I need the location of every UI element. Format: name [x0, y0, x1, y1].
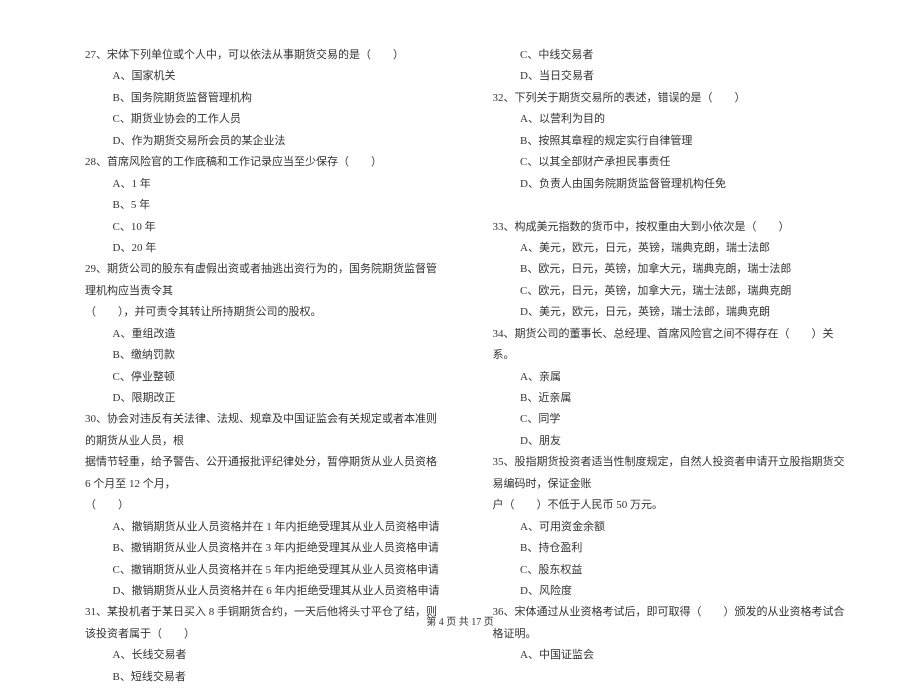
q30-cont2: （ ）: [85, 495, 443, 516]
left-column: 27、宋体下列单位或个人中，可以依法从事期货交易的是（ ） A、国家机关 B、国…: [85, 45, 443, 688]
q29-opt-b: B、缴纳罚款: [85, 345, 443, 366]
right-column: C、中线交易者 D、当日交易者 32、下列关于期货交易所的表述，错误的是（ ） …: [493, 45, 851, 688]
q31-opt-a: A、长线交易者: [85, 645, 443, 666]
q29-opt-c: C、停业整顿: [85, 367, 443, 388]
q28-opt-c: C、10 年: [85, 217, 443, 238]
q36-opt-a: A、中国证监会: [493, 645, 851, 666]
q33-opt-d: D、美元，欧元，日元，英镑，瑞士法郎，瑞典克朗: [493, 302, 851, 323]
q30-cont: 据情节轻重，给予警告、公开通报批评纪律处分，暂停期货从业人员资格 6 个月至 1…: [85, 452, 443, 495]
q31-opt-d: D、当日交易者: [493, 66, 851, 87]
q29-cont: （ ），并可责令其转让所持期货公司的股权。: [85, 302, 443, 323]
q27-opt-b: B、国务院期货监督管理机构: [85, 88, 443, 109]
q28-opt-b: B、5 年: [85, 195, 443, 216]
q28-opt-d: D、20 年: [85, 238, 443, 259]
q33-title: 33、构成美元指数的货币中，按权重由大到小依次是（ ）: [493, 217, 851, 238]
q29-title: 29、期货公司的股东有虚假出资或者抽逃出资行为的，国务院期货监督管理机构应当责令…: [85, 259, 443, 302]
q33-opt-c: C、欧元，日元，英镑，加拿大元，瑞士法郎，瑞典克朗: [493, 281, 851, 302]
q30-opt-a: A、撤销期货从业人员资格并在 1 年内拒绝受理其从业人员资格申请: [85, 517, 443, 538]
q33-opt-a: A、美元，欧元，日元，英镑，瑞典克朗，瑞士法郎: [493, 238, 851, 259]
q30-opt-d: D、撤销期货从业人员资格并在 6 年内拒绝受理其从业人员资格申请: [85, 581, 443, 602]
q30-opt-c: C、撤销期货从业人员资格并在 5 年内拒绝受理其从业人员资格申请: [85, 560, 443, 581]
q34-opt-b: B、近亲属: [493, 388, 851, 409]
q32-title: 32、下列关于期货交易所的表述，错误的是（ ）: [493, 88, 851, 109]
q30-opt-b: B、撤销期货从业人员资格并在 3 年内拒绝受理其从业人员资格申请: [85, 538, 443, 559]
page-footer: 第 4 页 共 17 页: [0, 613, 920, 628]
q32-opt-b: B、按照其章程的规定实行自律管理: [493, 131, 851, 152]
q32-opt-c: C、以其全部财产承担民事责任: [493, 152, 851, 173]
q30-title: 30、协会对违反有关法律、法规、规章及中国证监会有关规定或者本准则的期货从业人员…: [85, 409, 443, 452]
q32-opt-a: A、以营利为目的: [493, 109, 851, 130]
q34-opt-a: A、亲属: [493, 367, 851, 388]
q32-opt-d: D、负责人由国务院期货监督管理机构任免: [493, 174, 851, 195]
q29-opt-d: D、限期改正: [85, 388, 443, 409]
q27-opt-a: A、国家机关: [85, 66, 443, 87]
q35-opt-a: A、可用资金余额: [493, 517, 851, 538]
q34-opt-c: C、同学: [493, 409, 851, 430]
q27-title: 27、宋体下列单位或个人中，可以依法从事期货交易的是（ ）: [85, 45, 443, 66]
q33-opt-b: B、欧元，日元，英镑，加拿大元，瑞典克朗，瑞士法郎: [493, 259, 851, 280]
q31-opt-b: B、短线交易者: [85, 667, 443, 688]
q35-title: 35、股指期货投资者适当性制度规定，自然人投资者申请开立股指期货交易编码时，保证…: [493, 452, 851, 495]
q34-title: 34、期货公司的董事长、总经理、首席风险官之间不得存在（ ）关系。: [493, 324, 851, 367]
q27-opt-d: D、作为期货交易所会员的某企业法: [85, 131, 443, 152]
spacer: [493, 195, 851, 216]
q35-opt-d: D、风险度: [493, 581, 851, 602]
q35-cont: 户（ ）不低于人民币 50 万元。: [493, 495, 851, 516]
q28-opt-a: A、1 年: [85, 174, 443, 195]
q34-opt-d: D、朋友: [493, 431, 851, 452]
q27-opt-c: C、期货业协会的工作人员: [85, 109, 443, 130]
q31-opt-c: C、中线交易者: [493, 45, 851, 66]
q28-title: 28、首席风险官的工作底稿和工作记录应当至少保存（ ）: [85, 152, 443, 173]
q29-opt-a: A、重组改造: [85, 324, 443, 345]
q35-opt-b: B、持仓盈利: [493, 538, 851, 559]
q35-opt-c: C、股东权益: [493, 560, 851, 581]
